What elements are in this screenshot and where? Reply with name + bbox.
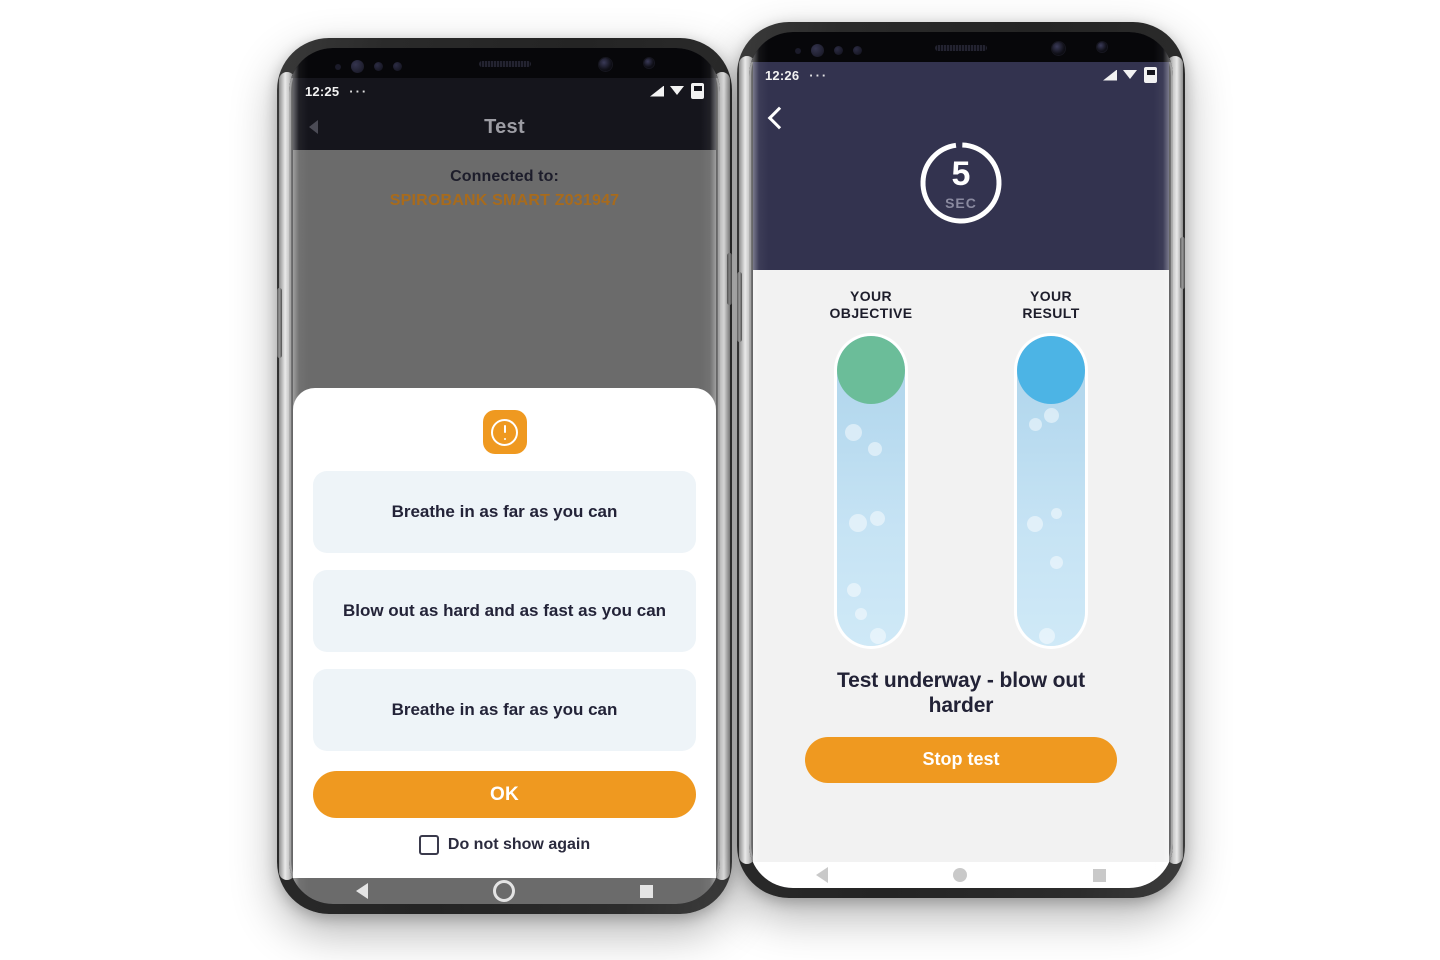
bubble: [868, 441, 882, 456]
instruction-step: Blow out as hard and as fast as you can: [313, 570, 696, 652]
gauge-tube-objective: [837, 335, 905, 646]
app-title-bar-left: Test: [293, 104, 716, 150]
instruction-step-text: Breathe in as far as you can: [391, 501, 618, 521]
screenshot-canvas: 12:25 ··· Test Connected to: SPIROBANK S…: [0, 0, 1440, 960]
signal-icon: [650, 85, 664, 97]
screen-body-left: Connected to: SPIROBANK SMART Z031947 Br…: [293, 150, 716, 878]
android-nav-bar-right: [753, 862, 1169, 888]
instructions-dialog: Breathe in as far as you can Blow out as…: [293, 388, 716, 878]
status-bar-right: 12:26 ···: [753, 62, 1169, 88]
gauge-label-objective: YOUR OBJECTIVE: [829, 288, 913, 321]
connection-label: Connected to:: [450, 168, 559, 185]
battery-icon: [1144, 67, 1157, 83]
phone-right-screen: 12:26 ··· 5 SEC YOUR OBJECTIVE YOUR RESU…: [753, 62, 1169, 862]
test-body: YOUR OBJECTIVE YOUR RESULT Test underway…: [753, 270, 1169, 862]
phone-left-top-bezel: [289, 48, 720, 78]
gauge-tubes: [753, 335, 1169, 646]
bubble: [1029, 417, 1042, 431]
ir-emitter-icon: [853, 46, 862, 55]
gauge-label-result: YOUR RESULT: [1022, 288, 1080, 321]
nav-home-icon[interactable]: [492, 880, 515, 902]
iris-scanner-icon: [811, 44, 824, 57]
power-button-left[interactable]: [727, 253, 732, 305]
connected-device-name: SPIROBANK SMART Z031947: [389, 192, 620, 209]
bubble: [1027, 515, 1043, 532]
phone-right-top-bezel: [749, 32, 1173, 62]
gauge-cap-objective: [837, 335, 905, 404]
status-notification-dots-left: ···: [349, 83, 369, 99]
bubble: [1044, 407, 1059, 423]
nav-back-icon[interactable]: [355, 883, 368, 899]
phone-left-screen-glass: 12:25 ··· Test Connected to: SPIROBANK S…: [289, 48, 720, 904]
bubble: [845, 423, 862, 441]
ir-emitter-icon: [393, 62, 402, 71]
bubble: [1051, 507, 1062, 519]
phone-device-right: 12:26 ··· 5 SEC YOUR OBJECTIVE YOUR RESU…: [737, 22, 1185, 898]
status-time-right: 12:26: [765, 67, 800, 83]
signal-icon: [1103, 69, 1117, 81]
phone-left-screen: 12:25 ··· Test Connected to: SPIROBANK S…: [293, 78, 716, 878]
back-arrow-icon[interactable]: [309, 120, 318, 134]
bubble: [870, 627, 886, 644]
status-bar-left: 12:25 ···: [293, 78, 716, 104]
nav-recents-icon[interactable]: [640, 884, 654, 898]
countdown-timer: 5 SEC: [918, 140, 1004, 226]
sensor-cluster-right: [795, 44, 862, 57]
gauge-tube-result: [1017, 335, 1085, 646]
proximity-sensor-icon: [335, 63, 341, 70]
wifi-icon: [670, 85, 685, 97]
stop-test-button[interactable]: Stop test: [805, 736, 1117, 783]
bubble: [870, 510, 885, 526]
nav-home-icon[interactable]: [953, 868, 968, 882]
secondary-sensor-icon: [644, 58, 654, 68]
bubble: [849, 513, 867, 532]
status-icons-right: [1103, 67, 1157, 83]
do-not-show-again-row[interactable]: Do not show again: [418, 835, 591, 855]
volume-button-left[interactable]: [277, 288, 282, 358]
countdown-value: 5: [951, 155, 971, 193]
secondary-sensor-icon: [1097, 42, 1107, 52]
status-time-left: 12:25: [305, 83, 340, 99]
android-nav-bar-left: [293, 878, 716, 904]
gauge-cap-result: [1017, 335, 1085, 404]
warning-exclamation-icon: [482, 410, 527, 454]
status-icons-left: [650, 83, 704, 99]
nav-recents-icon[interactable]: [1093, 868, 1107, 882]
sensor-cluster-left: [335, 60, 402, 73]
front-camera-icon: [1052, 42, 1065, 55]
instruction-step-text: Blow out as hard and as fast as you can: [342, 600, 667, 620]
test-status-message: Test underway - blow out harder: [836, 668, 1086, 718]
do-not-show-again-label: Do not show again: [447, 836, 591, 853]
power-button-right[interactable]: [1180, 237, 1185, 289]
countdown-unit: SEC: [945, 195, 977, 211]
nav-back-icon[interactable]: [815, 867, 828, 883]
instruction-step-text: Breathe in as far as you can: [391, 699, 618, 719]
earpiece-speaker: [935, 45, 987, 51]
earpiece-speaker: [478, 61, 531, 67]
back-chevron-icon[interactable]: [767, 106, 791, 130]
phone-device-left: 12:25 ··· Test Connected to: SPIROBANK S…: [277, 38, 732, 914]
iris-scanner-icon: [351, 60, 364, 73]
page-title: Test: [484, 115, 525, 138]
front-camera-icon: [599, 58, 612, 71]
bubble: [847, 582, 861, 597]
wifi-icon: [1123, 69, 1138, 81]
status-notification-dots-right: ···: [809, 67, 829, 83]
bubble: [1050, 555, 1063, 569]
test-header: 5 SEC: [753, 88, 1169, 270]
do-not-show-again-checkbox[interactable]: [418, 835, 439, 855]
instruction-step: Breathe in as far as you can: [313, 471, 696, 553]
proximity-sensor-icon: [795, 47, 801, 54]
battery-icon: [691, 83, 704, 99]
connection-info: Connected to: SPIROBANK SMART Z031947: [293, 150, 716, 211]
light-sensor-icon: [374, 62, 383, 71]
gauge-labels: YOUR OBJECTIVE YOUR RESULT: [753, 288, 1169, 322]
volume-button-right[interactable]: [737, 272, 742, 342]
phone-right-screen-glass: 12:26 ··· 5 SEC YOUR OBJECTIVE YOUR RESU…: [749, 32, 1173, 888]
instruction-step: Breathe in as far as you can: [313, 669, 696, 751]
bubble: [855, 607, 867, 620]
light-sensor-icon: [834, 46, 843, 55]
bubble: [1039, 627, 1055, 644]
ok-button[interactable]: OK: [313, 771, 696, 818]
